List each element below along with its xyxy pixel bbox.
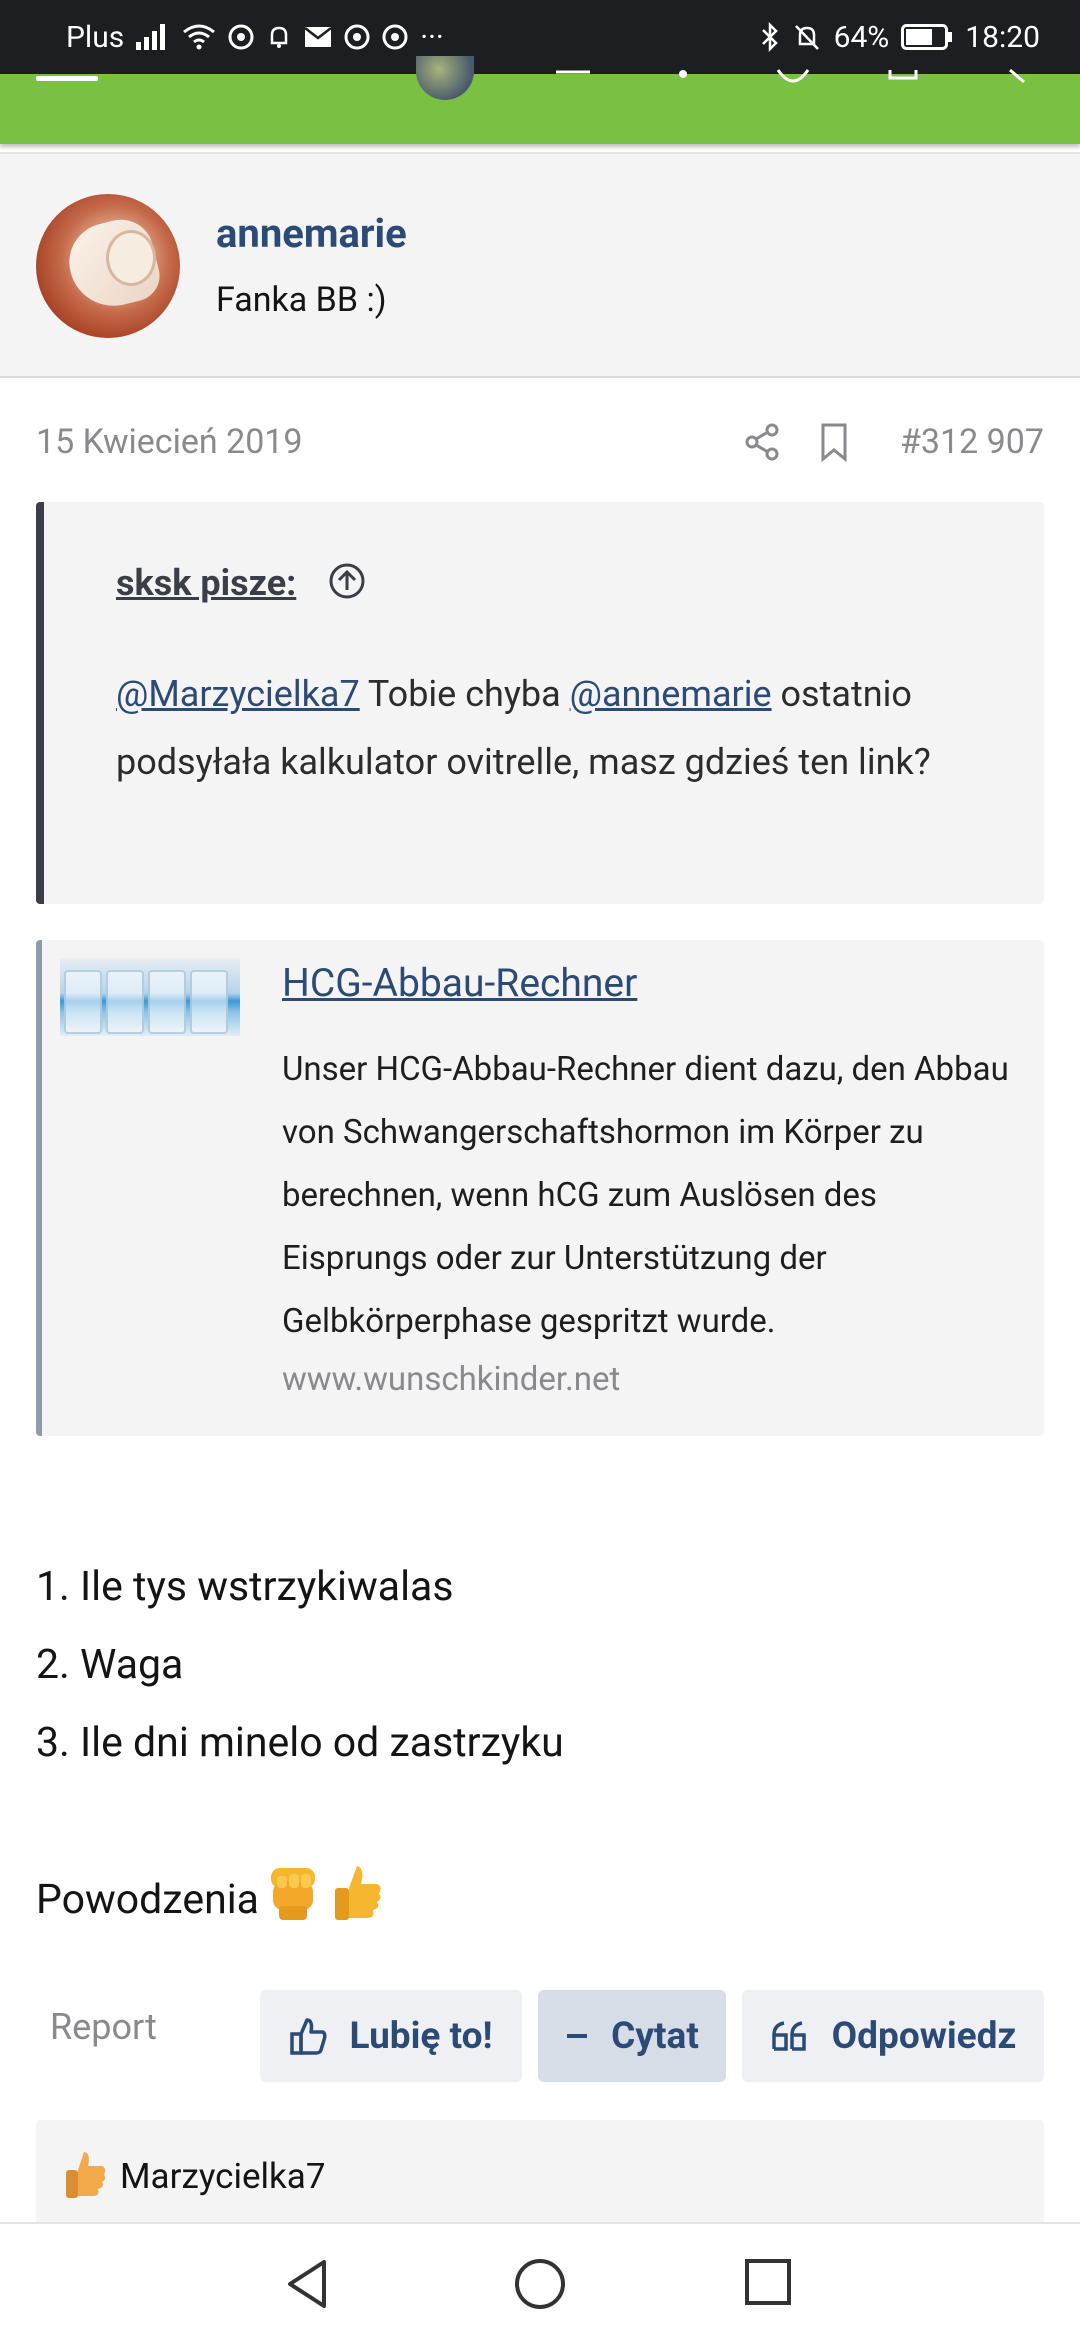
app-header <box>0 56 1080 144</box>
report-link[interactable]: Report <box>50 2006 157 2048</box>
quote-author-link[interactable]: sksk pisze: <box>116 562 296 604</box>
post-meta: 15 Kwiecień 2019 #312 907 <box>36 418 1044 468</box>
mention-link[interactable]: @Marzycielka7 <box>116 673 360 715</box>
mute-icon <box>794 25 819 50</box>
quote-button[interactable]: Cytat <box>538 1990 726 2082</box>
inbox-icon[interactable] <box>554 68 592 90</box>
quote-block: sksk pisze: @Marzycielka7 Tobie chyba @a… <box>36 502 1044 904</box>
status-bar: Plus ··· 64% 18:20 <box>0 0 1080 74</box>
share-icon[interactable] <box>744 422 782 462</box>
like-button[interactable]: Lubię to! <box>260 1990 522 2082</box>
preview-thumbnail[interactable] <box>60 958 240 1036</box>
fist-emoji-icon <box>270 1868 315 1920</box>
bell-icon <box>271 26 288 48</box>
post-author: annemarie Fanka BB :) <box>0 152 1080 378</box>
signal-icon <box>136 24 166 50</box>
quote-marks-icon <box>771 2021 806 2051</box>
reply-button[interactable]: Odpowiedz <box>742 1990 1044 2082</box>
chrome-icon <box>344 24 370 50</box>
back-icon[interactable] <box>284 2258 334 2310</box>
author-avatar[interactable] <box>36 194 180 338</box>
menu-icon[interactable] <box>36 76 98 86</box>
battery-percent: 64% <box>833 19 890 55</box>
mail-icon <box>304 27 333 47</box>
search-icon[interactable] <box>994 68 1032 90</box>
system-nav-bar <box>0 2222 1080 2342</box>
closing-line: Powodzenia <box>36 1862 387 1924</box>
reactions-bar[interactable]: Marzycielka7 <box>36 2120 1044 2230</box>
bell-icon[interactable] <box>664 68 702 90</box>
minus-icon <box>567 2034 588 2038</box>
list-item: 2. Waga <box>36 1641 184 1689</box>
like-label: Lubię to! <box>349 2014 493 2058</box>
preview-title-link[interactable]: HCG-Abbau-Rechner <box>282 960 637 1006</box>
author-title: Fanka BB :) <box>216 280 387 320</box>
clock-icon[interactable] <box>774 68 812 90</box>
more-notifications: ··· <box>420 19 444 55</box>
thumbs-up-emoji-icon <box>66 2152 106 2198</box>
post-body: 1. Ile tys wstrzykiwalas 2. Waga 3. Ile … <box>36 1548 1044 1782</box>
preview-description: Unser HCG-Abbau-Rechner dient dazu, den … <box>282 1050 1009 1341</box>
bluetooth-icon <box>761 22 778 52</box>
user-avatar[interactable] <box>416 56 474 100</box>
carrier-label: Plus <box>66 19 125 55</box>
link-preview[interactable]: HCG-Abbau-Rechner Unser HCG-Abbau-Rechne… <box>36 940 1044 1436</box>
battery-icon <box>901 24 953 50</box>
list-item: 1. Ile tys wstrzykiwalas <box>36 1563 454 1611</box>
post-date[interactable]: 15 Kwiecień 2019 <box>36 422 303 462</box>
preview-url: www.wunschkinder.net <box>282 1360 621 1399</box>
quote-text: @Marzycielka7 Tobie chyba @annemarie ost… <box>116 673 931 783</box>
bookmark-icon[interactable] <box>884 68 922 90</box>
author-name[interactable]: annemarie <box>216 210 407 257</box>
chrome-icon <box>228 24 254 50</box>
quote-label: Cytat <box>611 2014 699 2058</box>
mention-link[interactable]: @annemarie <box>570 673 772 715</box>
reaction-users[interactable]: Marzycielka7 <box>120 2156 326 2197</box>
arrow-up-circle-icon[interactable] <box>328 562 366 600</box>
list-item: 3. Ile dni minelo od zastrzyku <box>36 1719 564 1767</box>
bookmark-icon[interactable] <box>818 422 850 462</box>
thumbs-up-icon <box>290 2018 328 2055</box>
recents-icon[interactable] <box>744 2258 792 2306</box>
chrome-icon <box>382 24 408 50</box>
post-number[interactable]: #312 907 <box>900 422 1044 462</box>
thumbs-up-emoji-icon <box>334 1866 381 1920</box>
closing-text: Powodzenia <box>36 1876 259 1924</box>
clock: 18:20 <box>965 19 1040 55</box>
home-icon[interactable] <box>514 2258 566 2310</box>
reply-label: Odpowiedz <box>831 2014 1017 2058</box>
wifi-icon <box>183 24 216 50</box>
